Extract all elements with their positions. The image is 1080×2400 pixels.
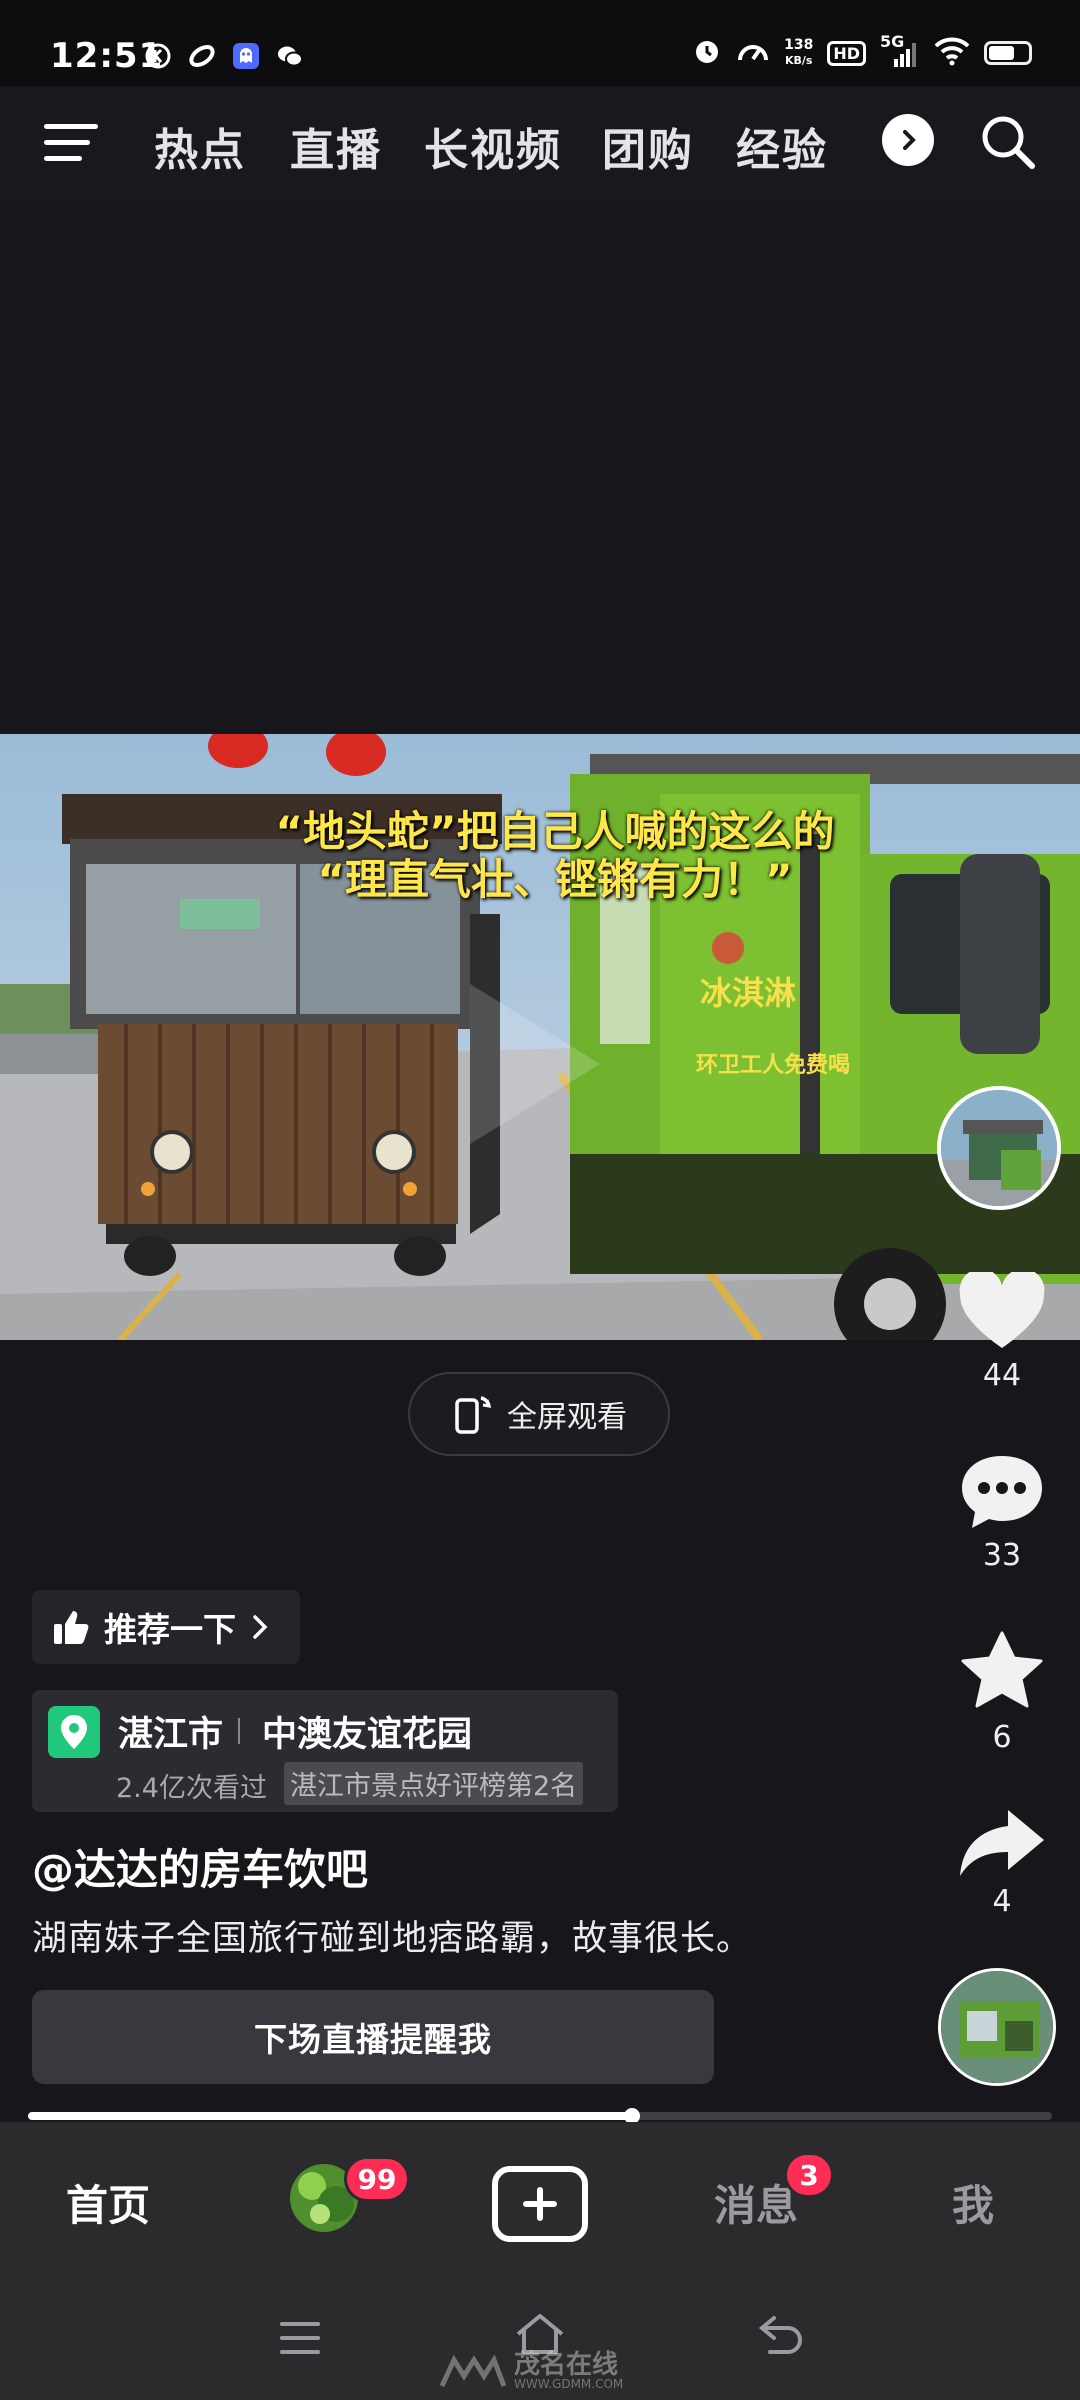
video-caption: “地头蛇”把自己人喊的这么的 “理直气壮、铿锵有力！” (230, 808, 880, 904)
location-city: 湛江市 (118, 1715, 224, 1755)
fullscreen-label: 全屏观看 (507, 1400, 627, 1435)
truck-sign: 冰淇淋 (700, 974, 796, 1012)
comment-icon (962, 1456, 1042, 1528)
net-speed-unit: KB/s (784, 54, 813, 67)
top-nav: 热点 直播 长视频 团购 经验 (0, 86, 1080, 202)
heart-icon (959, 1272, 1045, 1348)
comment-count: 33 (982, 1538, 1022, 1573)
like-button[interactable]: 44 (950, 1272, 1054, 1393)
messages-badge: 3 (784, 2152, 834, 2198)
wifi-icon (934, 36, 970, 70)
hd-badge: HD (827, 40, 866, 66)
location-views: 2.4亿次看过 (116, 1773, 267, 1804)
location-card[interactable]: 湛江市 中澳友谊花园 2.4亿次看过 湛江市景点好评榜第2名 (32, 1690, 618, 1812)
site-watermark: 茂名在线 WWW.GDMM.COM (440, 2352, 623, 2390)
nav-me[interactable]: 我 (952, 2172, 994, 2233)
author-name[interactable]: @达达的房车饮吧 (32, 1836, 368, 1897)
create-button[interactable] (492, 2166, 588, 2242)
live-remind-button[interactable]: 下场直播提醒我 (32, 1990, 714, 2084)
caption-line-1: “地头蛇”把自己人喊的这么的 (275, 807, 835, 856)
watermark-logo-icon (440, 2354, 506, 2388)
progress-played (28, 2112, 633, 2120)
fullscreen-icon (455, 1396, 492, 1434)
location-pin-icon (48, 1706, 100, 1758)
swirl-icon (186, 40, 218, 72)
plus-icon (523, 2187, 557, 2221)
bottom-nav: 首页 99 消息 3 我 (0, 2122, 1080, 2282)
tab-group-buy[interactable]: 团购 (602, 114, 694, 178)
recommend-label: 推荐一下 (104, 1610, 236, 1649)
tab-hot[interactable]: 热点 (154, 114, 246, 178)
tab-long-video[interactable]: 长视频 (424, 114, 562, 178)
speedometer-icon (736, 36, 770, 70)
net-speed: 138 KB/s (784, 38, 813, 68)
share-button[interactable]: 4 (950, 1806, 1054, 1919)
back-icon[interactable] (756, 2314, 804, 2358)
favorite-count: 6 (992, 1720, 1012, 1755)
video-description: 湖南妹子全国旅行碰到地痞路霸，故事很长。 (32, 1919, 753, 1959)
recent-apps-icon[interactable] (278, 2318, 322, 2358)
progress-bar[interactable] (28, 2108, 1052, 2124)
share-arrow-icon (960, 1810, 1044, 1876)
tab-experience[interactable]: 经验 (736, 114, 828, 178)
fullscreen-button[interactable]: 全屏观看 (408, 1372, 670, 1456)
like-count: 44 (982, 1358, 1022, 1393)
location-divider (238, 1718, 240, 1744)
status-bar: 12:51 138 KB/s HD 5G (0, 0, 1080, 86)
favorite-button[interactable]: 6 (950, 1630, 1054, 1755)
battery-icon (984, 41, 1032, 65)
net-speed-value: 138 (784, 37, 814, 53)
creator-avatar[interactable] (937, 1086, 1061, 1210)
search-button[interactable] (978, 112, 1038, 172)
more-tabs-button[interactable] (882, 114, 934, 166)
signal-icon: 5G (880, 33, 920, 69)
menu-icon[interactable] (44, 122, 104, 166)
star-icon (961, 1631, 1043, 1708)
thumbs-up-icon (54, 1611, 89, 1644)
nav-home[interactable]: 首页 (66, 2172, 150, 2233)
recommend-button[interactable]: 推荐一下 (32, 1590, 300, 1664)
watermark-text: 茂名在线 (514, 2350, 619, 2380)
watermark-sub: WWW.GDMM.COM (514, 2377, 624, 2391)
chevron-right-icon (903, 130, 916, 150)
chevron-right-icon (253, 1615, 268, 1639)
music-disc-avatar[interactable] (938, 1968, 1056, 2086)
share-count: 4 (992, 1884, 1012, 1919)
location-place: 中澳友谊花园 (262, 1715, 473, 1755)
notification-icons (142, 40, 306, 72)
music-disc-icon (941, 1971, 1053, 2083)
ghost-app-icon (230, 40, 262, 72)
k-circle-icon (142, 40, 174, 72)
truck-sign-sub: 环卫工人免费喝 (696, 1052, 850, 1078)
search-icon (982, 116, 1035, 169)
alarm-icon (692, 36, 722, 70)
friends-badge: 99 (344, 2156, 410, 2202)
system-status-icons: 138 KB/s HD 5G (692, 33, 1032, 70)
location-rank-badge: 湛江市景点好评榜第2名 (284, 1762, 584, 1805)
tab-live[interactable]: 直播 (290, 114, 382, 178)
caption-line-2: “理直气壮、铿锵有力！” (317, 855, 793, 904)
comment-button[interactable]: 33 (950, 1452, 1054, 1573)
wechat-icon (274, 40, 306, 72)
